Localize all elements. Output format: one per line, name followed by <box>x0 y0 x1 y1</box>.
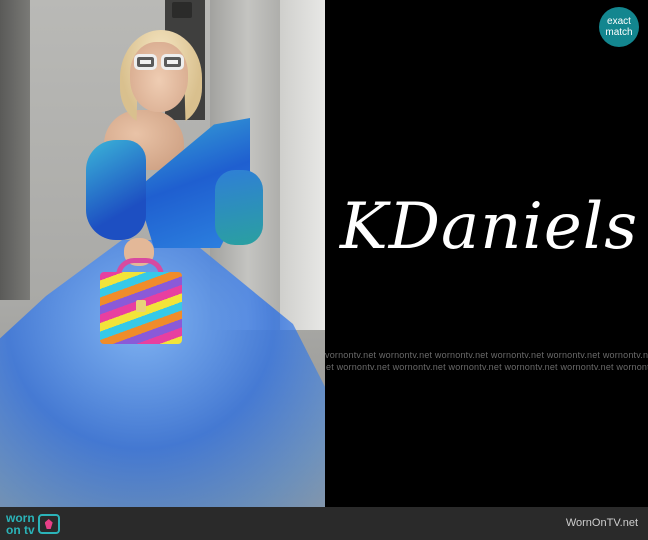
gown-sleeve-right <box>215 170 263 245</box>
wornontv-logo[interactable]: worn on tv <box>6 511 60 537</box>
product-photo <box>0 0 325 507</box>
photo-background-fixture <box>172 2 192 18</box>
brand-name: KDaniels <box>339 190 639 264</box>
badge-line-2: match <box>605 27 633 38</box>
tv-dress-icon <box>37 514 60 534</box>
photo-background-wall <box>0 0 30 300</box>
sunglasses-lens-right <box>161 54 184 70</box>
watermark-row-1: vornontv.net wornontv.net wornontv.net w… <box>325 350 648 360</box>
footer-bar: worn on tv WornOnTV.net <box>0 507 648 540</box>
watermark-row-2: et wornontv.net wornontv.net wornontv.ne… <box>326 362 648 372</box>
sunglasses <box>134 54 184 70</box>
logo-text-on-tv: on tv <box>6 523 35 537</box>
sunglasses-lens-left <box>134 54 157 70</box>
exact-match-badge: exact match <box>599 7 639 47</box>
footer-site-name: WornOnTV.net <box>565 517 638 529</box>
gown-sleeve-left <box>86 140 146 240</box>
photo-background-pillar-highlight <box>280 0 325 330</box>
handbag-lock <box>136 300 146 312</box>
model-face <box>130 42 188 112</box>
badge-line-1: exact <box>607 16 631 27</box>
